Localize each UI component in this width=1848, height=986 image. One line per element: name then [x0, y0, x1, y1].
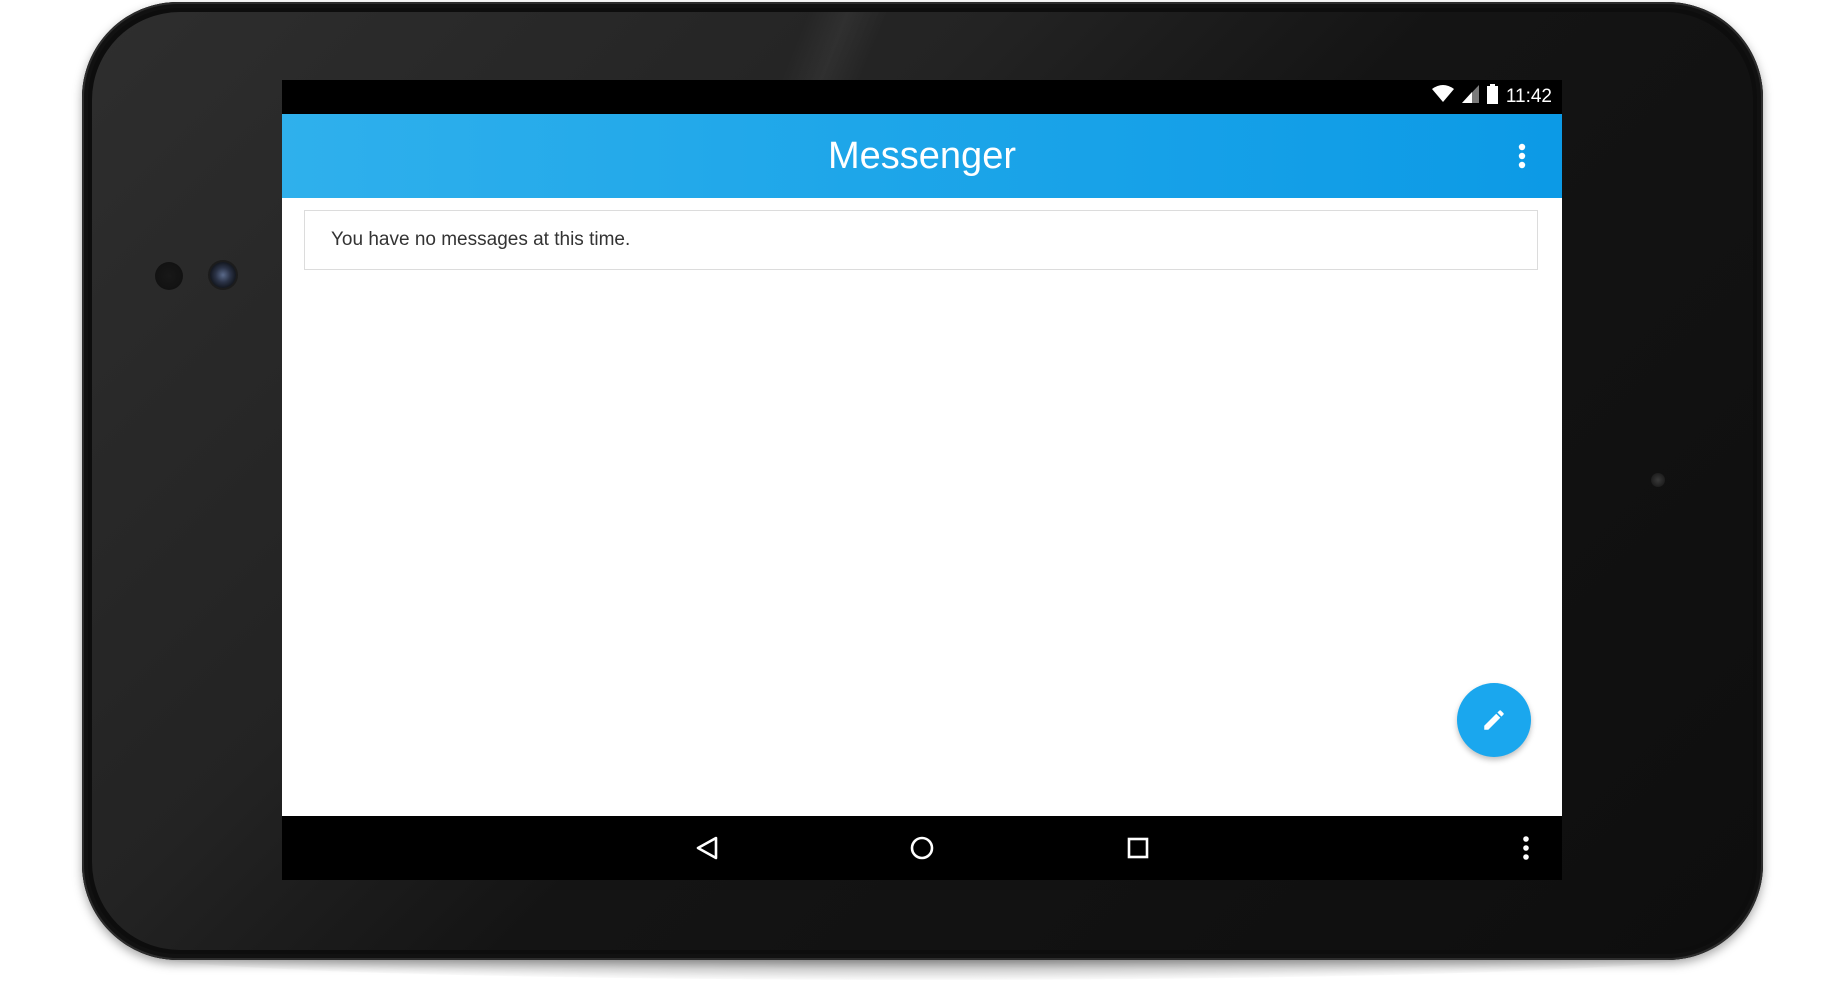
status-icons: 11:42 — [1431, 80, 1552, 114]
proximity-sensor — [1651, 473, 1665, 487]
menu-icon — [1523, 836, 1529, 860]
overflow-menu-button[interactable] — [1502, 136, 1542, 176]
wifi-icon — [1431, 85, 1454, 109]
app-title: Messenger — [828, 135, 1016, 177]
recents-icon — [1127, 837, 1149, 859]
signal-icon — [1461, 85, 1479, 109]
back-button[interactable] — [687, 828, 727, 868]
empty-state-card: You have no messages at this time. — [304, 210, 1538, 270]
more-vertical-icon — [1518, 143, 1526, 169]
empty-state-text: You have no messages at this time. — [331, 229, 631, 250]
recents-button[interactable] — [1118, 828, 1158, 868]
message-list: You have no messages at this time. — [282, 198, 1562, 816]
app-bar: Messenger — [282, 114, 1562, 198]
light-sensor — [155, 262, 183, 290]
pencil-icon — [1484, 710, 1504, 730]
device-screen: 11:42 Messenger You have no messages at … — [282, 80, 1562, 880]
home-button[interactable] — [902, 828, 942, 868]
status-bar: 11:42 — [282, 80, 1562, 114]
device-mockup-stage: 11:42 Messenger You have no messages at … — [0, 0, 1848, 986]
back-icon — [696, 836, 718, 860]
menu-button[interactable] — [1506, 828, 1546, 868]
battery-icon — [1486, 84, 1498, 110]
navigation-bar — [282, 816, 1562, 880]
compose-button[interactable] — [1457, 683, 1531, 757]
status-time: 11:42 — [1505, 86, 1552, 107]
home-icon — [910, 836, 934, 860]
front-camera — [210, 262, 236, 288]
